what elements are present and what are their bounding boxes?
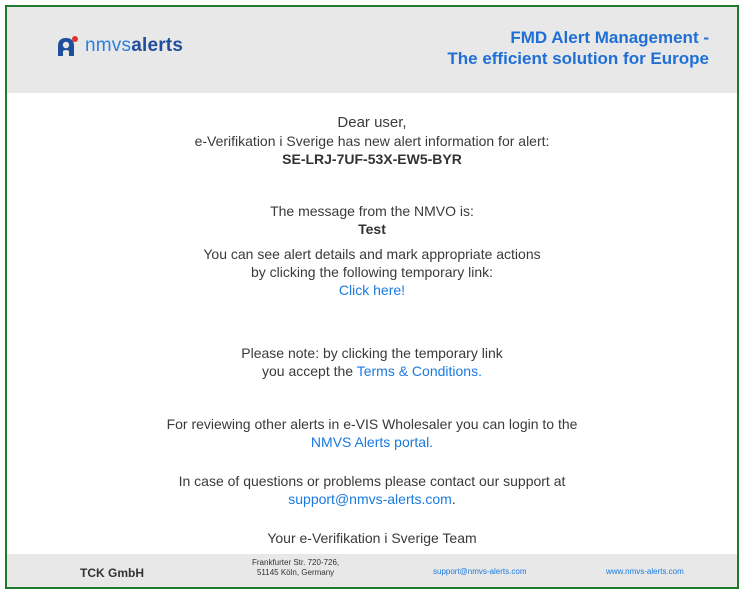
message-label: The message from the NMVO is: bbox=[270, 203, 474, 219]
note-block: Please note: by clicking the temporary l… bbox=[7, 344, 737, 380]
review-line1: For reviewing other alerts in e-VIS Whol… bbox=[166, 416, 578, 432]
email-header: nmvsalerts FMD Alert Management - The ef… bbox=[7, 7, 737, 93]
click-here-link[interactable]: Click here! bbox=[339, 282, 405, 298]
message-value: Test bbox=[358, 221, 386, 237]
message-block: The message from the NMVO is: Test bbox=[7, 202, 737, 238]
support-line1: In case of questions or problems please … bbox=[178, 473, 566, 489]
logo-text-light: nmvs bbox=[85, 35, 132, 56]
header-title-line1: FMD Alert Management - bbox=[510, 28, 709, 47]
signature-text: Your e-Verifikation i Sverige Team bbox=[267, 530, 477, 546]
details-line1: You can see alert details and mark appro… bbox=[203, 246, 541, 262]
nmvsalerts-logo: nmvsalerts bbox=[55, 35, 183, 57]
alert-id: SE-LRJ-7UF-53X-EW5-BYR bbox=[282, 151, 462, 167]
footer-address: Frankfurter Str. 720-726, 51145 Köln, Ge… bbox=[252, 558, 339, 578]
email-footer: TCK GmbH Frankfurter Str. 720-726, 51145… bbox=[7, 554, 737, 587]
note-line2: you accept the Terms & Conditions. bbox=[7, 362, 737, 380]
footer-address-line2: 51145 Köln, Germany bbox=[256, 568, 335, 577]
greeting-text: Dear user, bbox=[337, 114, 407, 131]
footer-website-link[interactable]: www.nmvs-alerts.com bbox=[606, 567, 684, 576]
email-frame: nmvsalerts FMD Alert Management - The ef… bbox=[5, 5, 739, 589]
note-line1: Please note: by clicking the temporary l… bbox=[241, 345, 503, 361]
logo-text-bold: alerts bbox=[131, 35, 184, 56]
terms-link[interactable]: Terms & Conditions. bbox=[357, 363, 482, 379]
header-title: FMD Alert Management - The efficient sol… bbox=[447, 27, 709, 69]
portal-link[interactable]: NMVS Alerts portal. bbox=[311, 434, 433, 450]
details-block: You can see alert details and mark appro… bbox=[7, 245, 737, 299]
review-block: For reviewing other alerts in e-VIS Whol… bbox=[7, 415, 737, 451]
note-prefix: you accept the bbox=[262, 363, 357, 379]
logo-text: nmvsalerts bbox=[85, 35, 183, 57]
support-email-link[interactable]: support@nmvs-alerts.com bbox=[288, 491, 452, 507]
intro-text: e-Verifikation i Sverige has new alert i… bbox=[194, 133, 550, 149]
support-block: In case of questions or problems please … bbox=[7, 472, 737, 508]
details-line2: by clicking the following temporary link… bbox=[251, 264, 493, 280]
logo-person-icon bbox=[58, 36, 78, 56]
greeting-block: Dear user, e-Verifikation i Sverige has … bbox=[7, 114, 737, 168]
support-suffix: . bbox=[451, 491, 456, 507]
footer-address-line1: Frankfurter Str. 720-726, bbox=[252, 558, 340, 567]
footer-company: TCK GmbH bbox=[80, 566, 144, 580]
footer-email-link[interactable]: support@nmvs-alerts.com bbox=[433, 567, 526, 576]
signature-block: Your e-Verifikation i Sverige Team bbox=[7, 529, 737, 547]
header-title-line2: The efficient solution for Europe bbox=[447, 49, 709, 68]
